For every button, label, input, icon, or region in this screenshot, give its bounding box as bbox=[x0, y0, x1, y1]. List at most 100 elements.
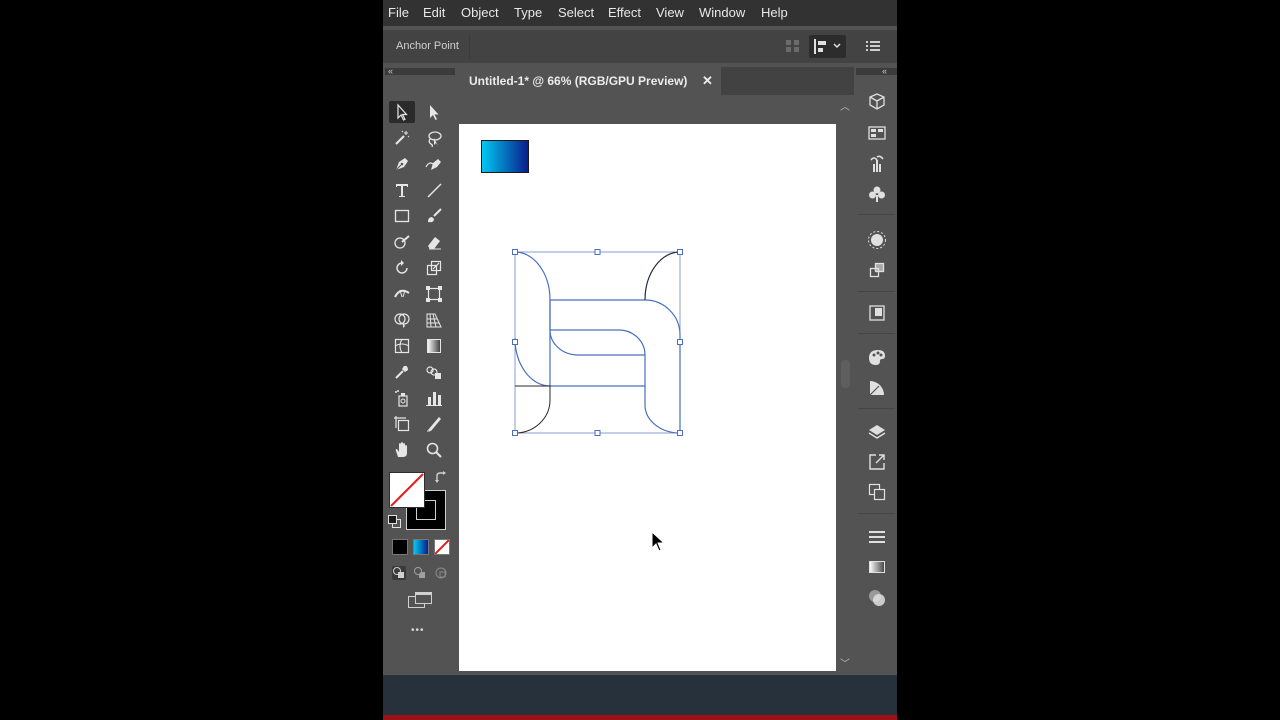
perspective-grid-tool[interactable] bbox=[421, 309, 447, 331]
symbol-sprayer-tool[interactable] bbox=[389, 387, 415, 409]
draw-normal-icon[interactable] bbox=[392, 566, 406, 580]
color-icon[interactable] bbox=[865, 345, 889, 369]
free-transform-tool[interactable] bbox=[421, 283, 447, 305]
tools-panel: ••• bbox=[385, 77, 455, 670]
perspective-grid-icon bbox=[426, 313, 442, 328]
logo-artwork[interactable] bbox=[459, 124, 836, 671]
artboard[interactable] bbox=[459, 124, 836, 671]
artboards-icon[interactable] bbox=[865, 480, 889, 504]
zoom-tool[interactable] bbox=[421, 439, 447, 461]
menu-window[interactable]: Window bbox=[699, 5, 745, 20]
rectangle-icon bbox=[394, 209, 410, 223]
menu-edit[interactable]: Edit bbox=[423, 5, 445, 20]
gradient-tool[interactable] bbox=[421, 335, 447, 357]
menu-file[interactable]: File bbox=[388, 5, 409, 20]
paintbrush-tool[interactable] bbox=[421, 205, 447, 227]
scale-tool[interactable] bbox=[421, 257, 447, 279]
swatch-libraries-icon[interactable] bbox=[865, 121, 889, 145]
document-tab[interactable]: Untitled-1* @ 66% (RGB/GPU Preview) ✕ bbox=[459, 67, 721, 95]
illustrator-window: File Edit Object Type Select Effect View… bbox=[383, 0, 897, 720]
mesh-icon bbox=[394, 338, 410, 354]
toolbar-header: « bbox=[385, 67, 455, 76]
canvas-area[interactable] bbox=[459, 95, 837, 675]
arrange-grid-icon[interactable] bbox=[785, 39, 801, 53]
export-icon[interactable] bbox=[865, 301, 889, 325]
symbols-icon[interactable] bbox=[865, 182, 889, 206]
blend-tool[interactable] bbox=[421, 361, 447, 383]
color-mode-button[interactable] bbox=[392, 539, 408, 555]
selection-tool[interactable] bbox=[389, 101, 415, 123]
libraries-icon[interactable] bbox=[865, 90, 889, 114]
toolbar-collapse-icon[interactable]: « bbox=[388, 67, 393, 76]
stroke-icon[interactable] bbox=[865, 525, 889, 549]
layers-icon[interactable] bbox=[865, 420, 889, 444]
shaper-icon bbox=[394, 235, 410, 249]
vertical-scrollbar[interactable]: ︿ ﹀ bbox=[837, 95, 854, 675]
pen-icon bbox=[395, 158, 408, 171]
panel-divider bbox=[858, 291, 895, 292]
artboard-tool[interactable] bbox=[389, 413, 415, 435]
hand-tool[interactable] bbox=[389, 439, 415, 461]
menu-type[interactable]: Type bbox=[514, 5, 542, 20]
type-tool[interactable] bbox=[389, 179, 415, 201]
width-icon bbox=[394, 289, 410, 298]
curvature-tool[interactable] bbox=[421, 153, 447, 175]
draw-inside-icon[interactable] bbox=[434, 566, 448, 580]
width-tool[interactable] bbox=[389, 283, 415, 305]
shaper-tool[interactable] bbox=[389, 231, 415, 253]
magic-wand-tool[interactable] bbox=[389, 127, 415, 149]
panel-divider bbox=[858, 214, 895, 215]
panel-menu-icon[interactable] bbox=[866, 39, 880, 53]
gradient-icon[interactable] bbox=[865, 555, 889, 579]
lasso-tool[interactable] bbox=[421, 127, 447, 149]
scroll-up-icon[interactable]: ︿ bbox=[840, 98, 850, 113]
panel-divider bbox=[858, 513, 895, 514]
gradient-mode-button[interactable] bbox=[413, 539, 429, 555]
eraser-tool[interactable] bbox=[421, 231, 447, 253]
color-guide-icon[interactable] bbox=[865, 376, 889, 400]
menu-object[interactable]: Object bbox=[461, 5, 499, 20]
line-segment-tool[interactable] bbox=[421, 179, 447, 201]
menu-select[interactable]: Select bbox=[558, 5, 594, 20]
close-icon[interactable]: ✕ bbox=[702, 73, 713, 89]
anchor-point-label: Anchor Point bbox=[396, 40, 459, 52]
transparency-icon[interactable] bbox=[865, 586, 889, 610]
menu-help[interactable]: Help bbox=[761, 5, 788, 20]
asset-export-icon[interactable] bbox=[865, 450, 889, 474]
curvature-icon bbox=[425, 159, 441, 170]
change-screen-mode-icon[interactable] bbox=[407, 591, 433, 609]
document-tab-bar: Untitled-1* @ 66% (RGB/GPU Preview) ✕ bbox=[459, 67, 854, 95]
bottom-progress-strip bbox=[383, 715, 897, 720]
type-icon bbox=[396, 184, 408, 197]
eyedropper-tool[interactable] bbox=[389, 361, 415, 383]
direct-selection-icon bbox=[430, 105, 439, 120]
menu-view[interactable]: View bbox=[656, 5, 684, 20]
symbol-sprayer-icon bbox=[395, 390, 408, 407]
shape-builder-tool[interactable] bbox=[389, 309, 415, 331]
right-panel-header: « bbox=[856, 67, 897, 76]
mesh-tool[interactable] bbox=[389, 335, 415, 357]
artboard-icon bbox=[394, 416, 410, 432]
rotate-tool[interactable] bbox=[389, 257, 415, 279]
default-fill-stroke-icon[interactable] bbox=[388, 515, 401, 528]
shape-builder-icon bbox=[394, 313, 410, 328]
column-graph-tool[interactable] bbox=[421, 387, 447, 409]
direct-selection-tool[interactable] bbox=[421, 101, 447, 123]
transform-icon[interactable] bbox=[865, 258, 889, 282]
right-panel-collapse-icon[interactable]: « bbox=[882, 67, 887, 76]
fill-swatch[interactable] bbox=[389, 472, 425, 508]
menu-effect[interactable]: Effect bbox=[608, 5, 641, 20]
swap-fill-stroke-icon[interactable] bbox=[434, 471, 448, 485]
slice-tool[interactable] bbox=[421, 413, 447, 435]
brushes-icon[interactable] bbox=[865, 152, 889, 176]
blend-icon bbox=[426, 366, 441, 379]
scroll-thumb[interactable] bbox=[841, 360, 850, 388]
rectangle-tool[interactable] bbox=[389, 205, 415, 227]
appearance-icon[interactable] bbox=[865, 228, 889, 252]
none-mode-button[interactable] bbox=[434, 539, 450, 555]
draw-behind-icon[interactable] bbox=[413, 566, 427, 580]
edit-toolbar-button[interactable]: ••• bbox=[411, 625, 425, 636]
scroll-down-icon[interactable]: ﹀ bbox=[840, 655, 850, 670]
pen-tool[interactable] bbox=[389, 153, 415, 175]
align-panel-button[interactable] bbox=[809, 35, 846, 58]
